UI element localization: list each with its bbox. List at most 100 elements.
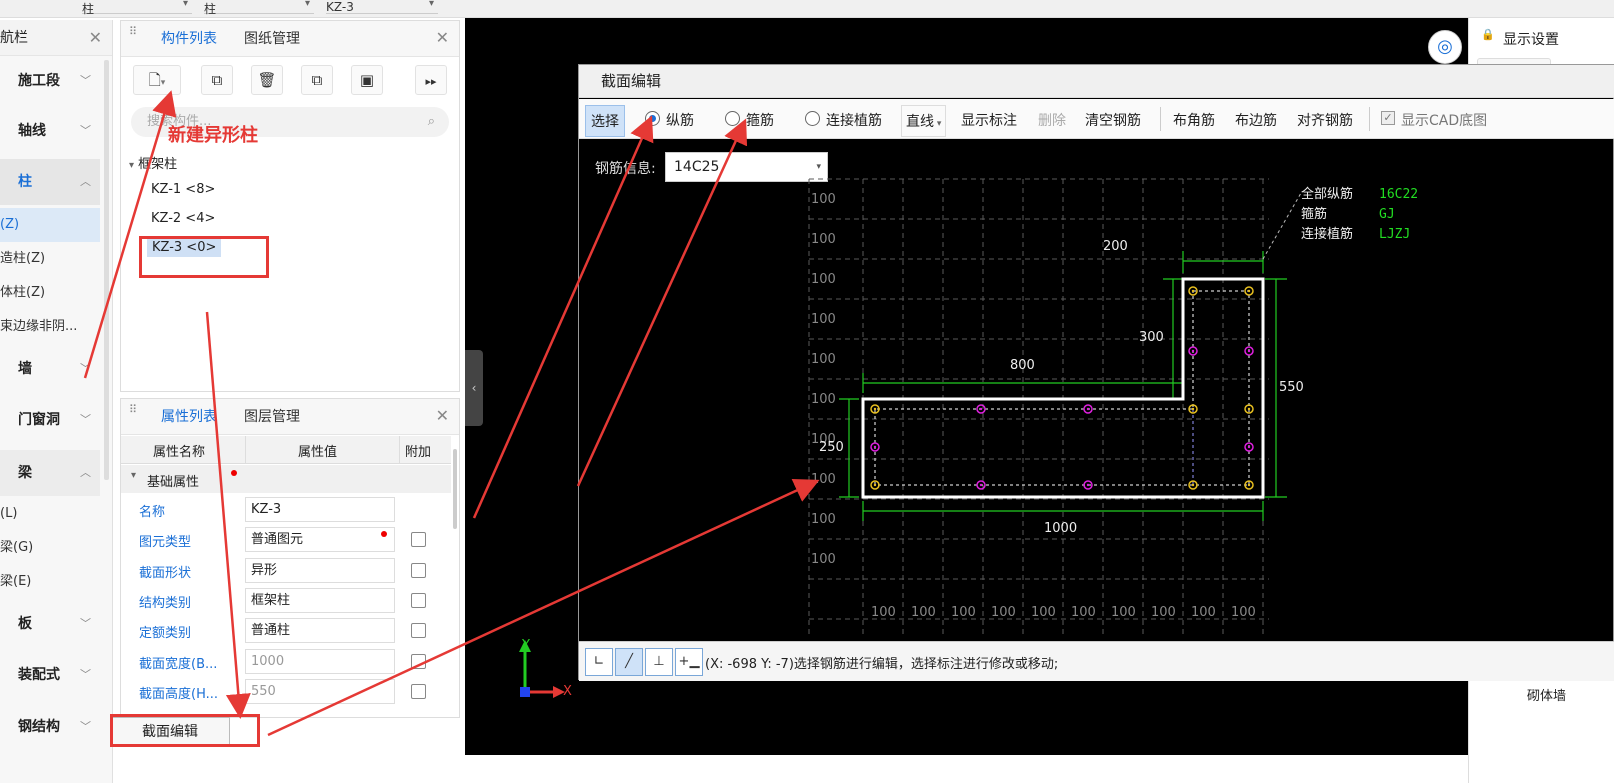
property-scrollbar[interactable] (453, 449, 457, 529)
nav-category-door-window[interactable]: 门窗洞 ﹀ (0, 397, 100, 443)
perpendicular-mode-button[interactable]: ⊥ (645, 648, 673, 676)
collapse-panel-handle[interactable]: ‹ (465, 350, 483, 426)
rebar-point-center (1191, 289, 1195, 293)
chevron-down-icon: ﹀ (80, 124, 91, 137)
dim-label-right[interactable]: 550 (1279, 380, 1304, 395)
tree-item-kz2[interactable]: KZ-2 <4> (151, 211, 215, 226)
close-icon[interactable]: ✕ (436, 28, 449, 47)
line-mode-button[interactable]: ╱ (615, 648, 643, 676)
status-text: (X: -698 Y: -7)选择钢筋进行编辑，选择标注进行修改或移动; (705, 657, 1059, 672)
property-value-input[interactable]: 550 (245, 679, 395, 704)
tree-group-label: 框架柱 (138, 157, 178, 172)
extra-checkbox[interactable] (411, 654, 426, 669)
tab-component-list[interactable]: 构件列表 (161, 21, 217, 57)
close-icon[interactable]: ✕ (436, 406, 449, 425)
grid-label: 100 (1071, 605, 1096, 620)
legend-label: 箍筋 (1301, 207, 1328, 222)
property-value-input[interactable]: 普通图元 (245, 527, 395, 552)
nav-category-slab[interactable]: 板 ﹀ (0, 601, 100, 647)
grid-label: 100 (811, 312, 836, 327)
property-value-input[interactable]: 1000 (245, 649, 395, 674)
tab-drawing-management[interactable]: 图纸管理 (244, 21, 300, 57)
chevron-down-icon: ▾ (428, 0, 434, 9)
snap-mode-button[interactable]: +▁ (675, 648, 703, 676)
property-section-basic[interactable]: ▾ 基础属性 (121, 465, 451, 493)
nav-sub-edge-column[interactable]: 束边缘非阴... (0, 310, 100, 344)
nav-sub-tie-beam[interactable]: 梁(G) (0, 531, 100, 565)
chevron-down-icon: ﹀ (80, 668, 91, 681)
extra-checkbox[interactable] (411, 563, 426, 578)
dim-label-inner-horizontal[interactable]: 800 (1010, 358, 1035, 373)
nav-category-wall[interactable]: 墙 ﹀ (0, 346, 100, 392)
nav-sub-edge-beam[interactable]: 梁(E) (0, 565, 100, 599)
nav-sub-constructional-column[interactable]: 造柱(Z) (0, 242, 100, 276)
nav-category-label: 墙 (18, 361, 32, 377)
layer-item-masonry-wall[interactable]: 砌体墙 (1527, 685, 1566, 704)
perpendicular-icon: ⊥ (653, 654, 665, 669)
nav-category-construction-section[interactable]: 施工段 ﹀ (0, 58, 100, 104)
grid-label: 100 (1231, 605, 1256, 620)
grid-label: 100 (911, 605, 936, 620)
orthogonal-mode-button[interactable]: ∟ (585, 648, 613, 676)
nav-category-beam[interactable]: 梁 ︿ (0, 450, 100, 496)
dim-label-inner-vertical[interactable]: 300 (1139, 330, 1164, 345)
tree-group-frame-column[interactable]: ▾ 框架柱 (129, 153, 177, 172)
close-icon[interactable]: ✕ (89, 20, 102, 56)
grid-label: 100 (991, 605, 1016, 620)
copy-button[interactable]: ⧉ (201, 65, 233, 95)
diagonal-line-icon: ╱ (625, 654, 633, 669)
annotation-highlight-section-edit (110, 714, 260, 747)
drag-handle-icon[interactable]: ⠿ (129, 26, 139, 49)
view-3d-icon[interactable]: ◎ (1428, 30, 1462, 64)
tree-item-kz1[interactable]: KZ-1 <8> (151, 182, 215, 197)
dim-label-left[interactable]: 250 (819, 440, 844, 455)
dim-label-top[interactable]: 200 (1103, 239, 1128, 254)
nav-category-axis[interactable]: 轴线 ﹀ (0, 108, 100, 154)
property-value-input[interactable]: 普通柱 (245, 618, 395, 643)
element-type-combo[interactable]: 柱 ▾ (204, 0, 314, 16)
copy-icon: ⧉ (211, 71, 223, 89)
drag-handle-icon[interactable]: ⠿ (129, 404, 139, 427)
double-chevron-right-icon: ▸▸ (425, 75, 437, 88)
tab-layer-management[interactable]: 图层管理 (244, 399, 300, 435)
trash-icon: 🗑 (257, 71, 277, 89)
nav-sub-masonry-column[interactable]: 体柱(Z) (0, 276, 100, 310)
property-value-input[interactable]: KZ-3 (245, 497, 395, 522)
nav-category-label: 钢结构 (18, 719, 60, 735)
layer-copy-button[interactable]: ⧉ (301, 65, 333, 95)
nav-category-prefab[interactable]: 装配式 ﹀ (0, 652, 100, 698)
property-value-input[interactable]: 异形 (245, 558, 395, 583)
extra-checkbox[interactable] (411, 532, 426, 547)
nav-scrollbar[interactable] (104, 60, 109, 480)
property-value-input[interactable]: 框架柱 (245, 588, 395, 613)
rebar-point-center (1247, 349, 1251, 353)
extra-checkbox[interactable] (411, 593, 426, 608)
nav-category-steel[interactable]: 钢结构 ﹀ (0, 704, 100, 750)
nav-sub-column[interactable]: (Z) (0, 208, 100, 242)
extra-checkbox[interactable] (411, 684, 426, 699)
extra-checkbox[interactable] (411, 623, 426, 638)
dim-label-bottom[interactable]: 1000 (1044, 521, 1077, 536)
stirrup-outline[interactable] (874, 290, 1250, 486)
search-icon: ⌕ (427, 114, 435, 129)
legend-label: 全部纵筋 (1301, 187, 1354, 202)
tab-property-list[interactable]: 属性列表 (161, 399, 217, 435)
grid-label: 100 (1191, 605, 1216, 620)
delete-button[interactable]: 🗑 (251, 65, 283, 95)
more-button[interactable]: ▸▸ (415, 65, 447, 95)
property-row-element-type: 图元类型 普通图元 (121, 525, 451, 555)
floor-type-combo[interactable]: 柱 ▾ (82, 0, 192, 16)
legend-value: LJZJ (1379, 227, 1411, 242)
property-row-structure-type: 结构类别 框架柱 (121, 586, 451, 616)
legend-row: 连接植筋 LJZJ (1301, 225, 1418, 245)
save-component-button[interactable]: ▣ (351, 65, 383, 95)
nav-category-column[interactable]: 柱 ︿ (0, 159, 100, 205)
element-name-combo[interactable]: KZ-3 ▾ (326, 0, 438, 14)
section-drawing[interactable]: 100 100 100 100 100 100 100 100 100 100 100 100 100 1… (579, 65, 1614, 681)
rebar-legend[interactable]: 全部纵筋 16C22 箍筋 GJ 连接植筋 LJZJ (1301, 185, 1418, 245)
nav-sub-beam[interactable]: (L) (0, 497, 100, 531)
rebar-point-center (1086, 407, 1090, 411)
new-component-button[interactable]: 🗋▾ (133, 65, 181, 95)
layer-copy-icon: ⧉ (311, 71, 323, 89)
nav-category-label: 门窗洞 (18, 412, 60, 428)
